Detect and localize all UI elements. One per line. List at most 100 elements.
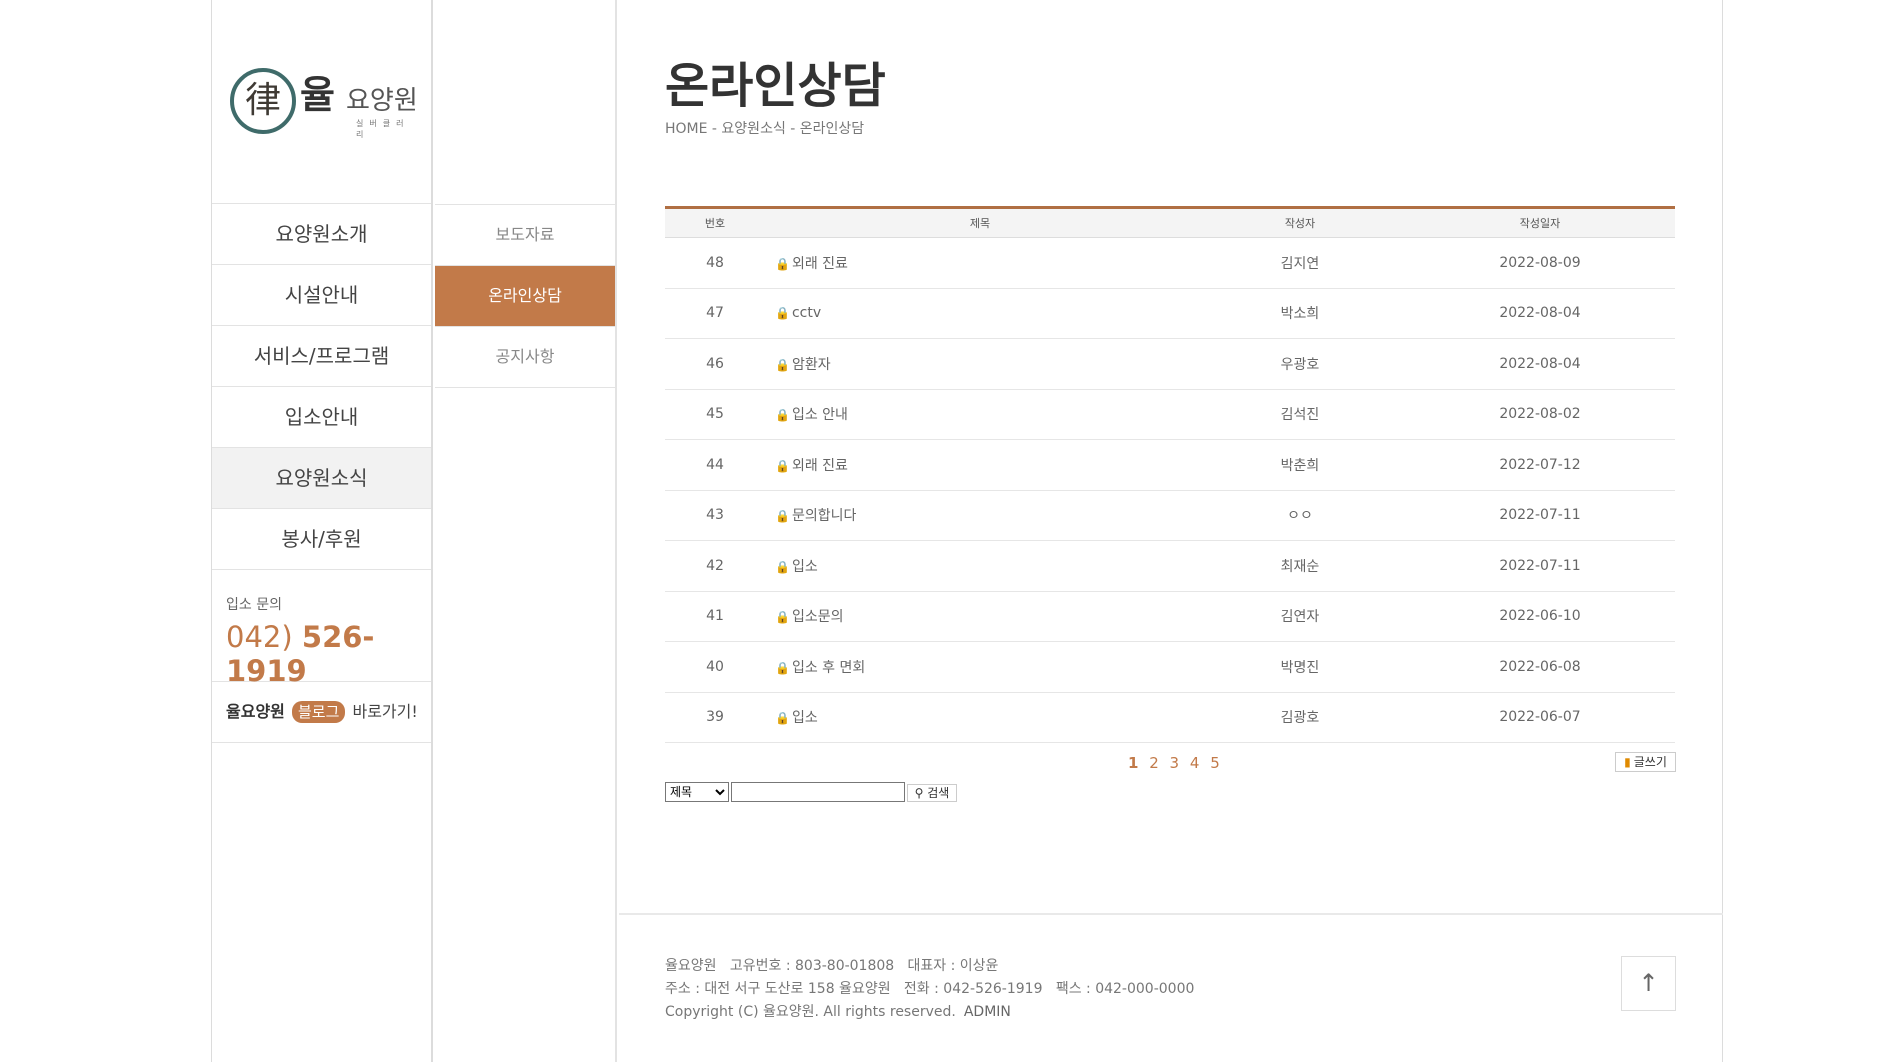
table-row[interactable]: 44 🔒 외래 진료 박춘희 2022-07-12 [665, 439, 1675, 491]
row-subject[interactable]: 🔒 입소문의 [765, 591, 1195, 642]
sub-nav: 보도자료 온라인상담 공지사항 [435, 0, 617, 1062]
row-date: 2022-08-04 [1405, 338, 1675, 390]
lock-icon: 🔒 [775, 458, 790, 473]
row-subject[interactable]: 🔒 입소 안내 [765, 389, 1195, 440]
lock-icon: 🔒 [775, 610, 790, 625]
page-link-2[interactable]: 2 [1149, 754, 1159, 772]
header-author: 작성자 [1195, 207, 1405, 238]
row-date: 2022-08-09 [1405, 237, 1675, 289]
table-row[interactable]: 47 🔒 cctv 박소희 2022-08-04 [665, 288, 1675, 339]
main-menu-item-news[interactable]: 요양원소식 [212, 448, 431, 509]
row-author: 김광호 [1195, 692, 1405, 743]
row-num: 41 [665, 591, 765, 642]
page-link-4[interactable]: 4 [1190, 754, 1200, 772]
table-row[interactable]: 41 🔒 입소문의 김연자 2022-06-10 [665, 591, 1675, 642]
main-nav: 律 율 요양원 실버클러리 요양원소개 시설안내 서비스/프로그램 입소안내 요… [212, 0, 433, 1062]
header-num: 번호 [665, 207, 765, 238]
row-subject-text[interactable]: 입소 [792, 710, 818, 726]
search-input[interactable] [731, 782, 905, 802]
row-subject-text[interactable]: cctv [792, 305, 821, 321]
table-row[interactable]: 42 🔒 입소 최재순 2022-07-11 [665, 540, 1675, 592]
row-subject[interactable]: 🔒 입소 [765, 692, 1195, 743]
admin-link[interactable]: ADMIN [964, 1004, 1011, 1020]
page-link-3[interactable]: 3 [1170, 754, 1180, 772]
row-subject[interactable]: 🔒 문의합니다 [765, 490, 1195, 541]
logo-main-text: 율 [300, 73, 335, 117]
search-field-select[interactable]: 제목 [665, 782, 729, 802]
row-subject[interactable]: 🔒 입소 [765, 540, 1195, 592]
row-subject[interactable]: 🔒 외래 진료 [765, 237, 1195, 289]
row-subject-text[interactable]: 외래 진료 [792, 256, 848, 272]
blog-badge: 블로그 [291, 701, 346, 723]
lock-icon: 🔒 [775, 306, 790, 321]
table-row[interactable]: 48 🔒 외래 진료 김지연 2022-08-09 [665, 237, 1675, 289]
row-date: 2022-07-11 [1405, 490, 1675, 541]
search-button[interactable]: ⚲ 검색 [907, 784, 957, 802]
inquiry-phone[interactable]: 042) 526-1919 [226, 620, 431, 688]
main-menu-item-about[interactable]: 요양원소개 [212, 204, 431, 265]
write-button-label: 글쓰기 [1633, 755, 1667, 769]
row-author: 박명진 [1195, 641, 1405, 693]
main-menu-item-admission[interactable]: 입소안내 [212, 387, 431, 448]
row-subject[interactable]: 🔒 외래 진료 [765, 439, 1195, 491]
table-row[interactable]: 43 🔒 문의합니다 ㅇㅇ 2022-07-11 [665, 490, 1675, 541]
search-icon: ⚲ [914, 786, 924, 800]
page-title: 온라인상담 [665, 58, 886, 114]
logo-sub-text: 요양원 [346, 86, 418, 116]
header-date: 작성일자 [1405, 207, 1675, 238]
sub-menu: 보도자료 온라인상담 공지사항 [435, 204, 615, 388]
row-subject-text[interactable]: 입소 [792, 559, 818, 575]
row-date: 2022-08-04 [1405, 288, 1675, 339]
logo-tagline: 실버클러리 [356, 119, 410, 139]
row-num: 40 [665, 641, 765, 693]
row-subject-text[interactable]: 입소 후 면회 [792, 660, 865, 676]
footer-divider [619, 913, 1723, 915]
row-subject-text[interactable]: 암환자 [792, 357, 831, 373]
sub-menu-item-online-consult[interactable]: 온라인상담 [435, 266, 615, 327]
row-date: 2022-06-07 [1405, 692, 1675, 743]
pagination: 1 2 3 4 5 [1125, 754, 1223, 772]
lock-icon: 🔒 [775, 408, 790, 423]
table-row[interactable]: 40 🔒 입소 후 면회 박명진 2022-06-08 [665, 641, 1675, 693]
blog-name: 율요양원 [226, 702, 285, 721]
row-subject[interactable]: 🔒 입소 후 면회 [765, 641, 1195, 693]
row-num: 45 [665, 389, 765, 440]
row-subject-text[interactable]: 외래 진료 [792, 458, 848, 474]
footer-company-info: 율요양원 고유번호 : 803-80-01808 대표자 : 이상윤 [665, 958, 999, 974]
header-subject: 제목 [765, 207, 1195, 238]
site-logo[interactable]: 律 율 요양원 실버클러리 [230, 66, 420, 139]
page-link-1[interactable]: 1 [1128, 754, 1138, 772]
board-header-row: 번호 제목 작성자 작성일자 [665, 207, 1675, 238]
footer: 율요양원 고유번호 : 803-80-01808 대표자 : 이상윤 주소 : … [665, 955, 1194, 1024]
sub-menu-item-press[interactable]: 보도자료 [435, 205, 615, 266]
footer-copyright: Copyright (C) 율요양원. All rights reserved. [665, 1004, 956, 1020]
lock-icon: 🔒 [775, 509, 790, 524]
lock-icon: 🔒 [775, 256, 790, 271]
table-row[interactable]: 39 🔒 입소 김광호 2022-06-07 [665, 692, 1675, 743]
row-subject-text[interactable]: 입소문의 [792, 609, 844, 625]
lock-icon: 🔒 [775, 357, 790, 372]
footer-copyright-line: Copyright (C) 율요양원. All rights reserved.… [665, 1001, 1194, 1024]
table-row[interactable]: 45 🔒 입소 안내 김석진 2022-08-02 [665, 389, 1675, 440]
main-menu: 요양원소개 시설안내 서비스/프로그램 입소안내 요양원소식 봉사/후원 [212, 203, 431, 570]
main-menu-item-service[interactable]: 서비스/프로그램 [212, 326, 431, 387]
scroll-top-button[interactable]: ↑ [1621, 956, 1676, 1011]
logo-emblem: 律 [230, 68, 296, 134]
footer-address: 주소 : 대전 서구 도산로 158 율요양원 전화 : 042-526-191… [665, 981, 1195, 997]
write-button[interactable]: ▮ 글쓰기 [1615, 752, 1676, 772]
breadcrumb: HOME - 요양원소식 - 온라인상담 [665, 121, 865, 137]
row-subject[interactable]: 🔒 암환자 [765, 338, 1195, 390]
row-subject[interactable]: 🔒 cctv [765, 288, 1195, 339]
row-subject-text[interactable]: 입소 안내 [792, 407, 848, 423]
blog-link[interactable]: 율요양원 블로그 바로가기! [212, 682, 431, 743]
row-subject-text[interactable]: 문의합니다 [792, 508, 856, 524]
row-num: 47 [665, 288, 765, 339]
main-menu-item-facility[interactable]: 시설안내 [212, 265, 431, 326]
row-num: 42 [665, 540, 765, 592]
row-num: 43 [665, 490, 765, 541]
main-menu-item-volunteer[interactable]: 봉사/후원 [212, 509, 431, 570]
lock-icon: 🔒 [775, 711, 790, 726]
table-row[interactable]: 46 🔒 암환자 우광호 2022-08-04 [665, 338, 1675, 390]
page-link-5[interactable]: 5 [1210, 754, 1220, 772]
sub-menu-item-notice[interactable]: 공지사항 [435, 327, 615, 388]
